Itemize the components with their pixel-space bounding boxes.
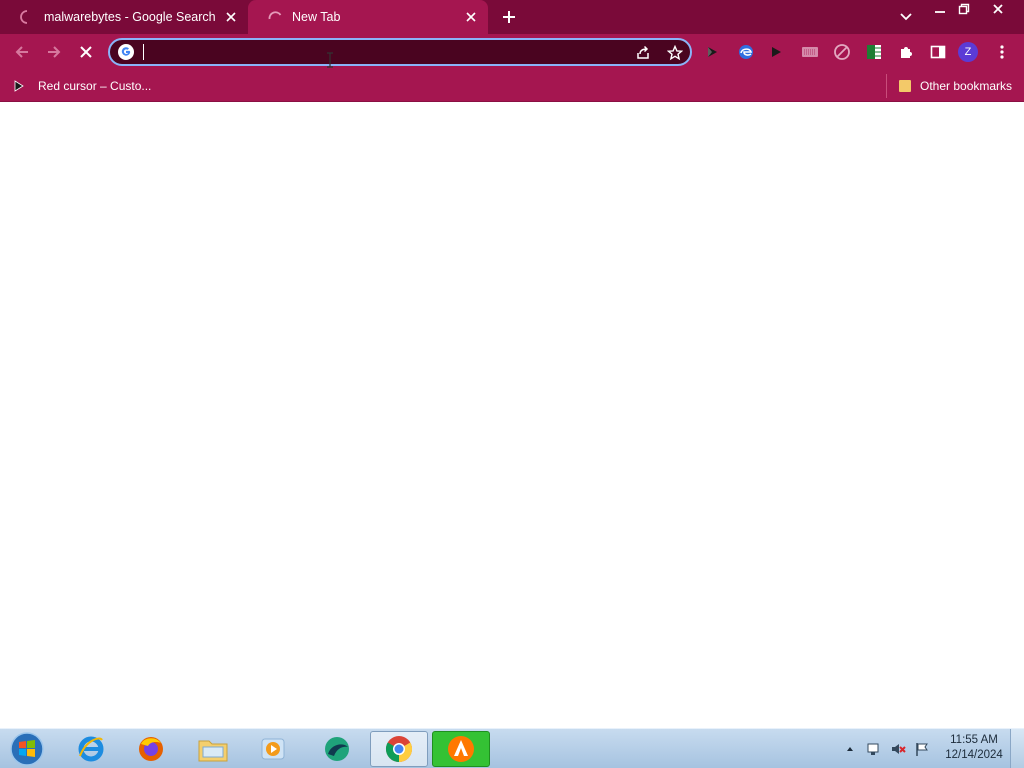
more-menu-icon[interactable] [992,42,1012,62]
new-tab-button[interactable] [496,5,522,29]
tab-strip: malwarebytes - Google Search New Tab [0,0,1024,34]
tab-title: New Tab [292,10,341,24]
address-input[interactable] [142,43,622,61]
loading-spinner-icon [20,10,28,24]
taskbar-media-player[interactable] [244,731,302,767]
share-icon[interactable] [634,44,652,62]
clock-time: 11:55 AM [950,734,998,746]
minimize-icon [935,11,945,13]
close-icon [993,4,1003,14]
plus-icon [503,11,515,23]
volume-muted-icon[interactable] [890,741,906,757]
sheets-extension-icon[interactable] [864,42,884,62]
arrow-left-icon [15,46,28,58]
taskbar-avast[interactable] [432,731,490,767]
internet-explorer-icon [78,736,104,762]
taskbar-file-explorer[interactable] [184,731,242,767]
close-icon [80,46,92,58]
start-button[interactable] [8,731,46,767]
bookmarks-bar: Red cursor – Custo... Other bookmarks [0,70,1024,102]
folder-icon [198,740,228,762]
side-panel-icon[interactable] [928,42,948,62]
tab-new-tab[interactable]: New Tab [248,0,488,34]
block-extension-icon[interactable] [832,42,852,62]
bookmark-label: Red cursor – Custo... [38,79,152,93]
network-tray-icon[interactable] [866,741,882,757]
forward-button[interactable] [42,40,66,64]
back-button[interactable] [10,40,34,64]
taskbar-internet-explorer[interactable] [62,731,120,767]
clock-date: 12/14/2024 [945,749,1003,761]
text-caret [143,44,144,60]
show-hidden-icons-arrow-icon[interactable] [842,741,858,757]
page-content [0,103,1024,728]
profile-avatar[interactable]: Z [958,42,978,62]
show-desktop-button[interactable] [1010,729,1024,768]
loading-spinner-icon [268,11,282,20]
puzzle-extensions-icon[interactable] [896,42,916,62]
maps-app-icon [325,737,349,761]
tab-search-button[interactable] [892,8,920,26]
arrow-right-icon [48,46,61,58]
restore-icon [958,3,970,15]
address-bar[interactable] [108,38,692,66]
google-icon [118,44,134,60]
cursor-extension-icon[interactable] [766,42,786,62]
profile-initial: Z [958,42,978,62]
taskbar-maps-app[interactable] [308,731,366,767]
restore-button[interactable] [950,0,978,18]
taskbar: 11:55 AM 12/14/2024 [0,728,1024,768]
taskbar-firefox[interactable] [122,731,180,767]
tab-malwarebytes-search[interactable]: malwarebytes - Google Search [0,0,248,34]
windows-logo-icon [10,732,44,766]
tab-title: malwarebytes - Google Search [44,10,216,24]
chevron-down-icon [900,13,912,21]
other-bookmarks-label: Other bookmarks [920,79,1013,93]
close-tab-icon[interactable] [464,10,478,24]
media-player-icon [261,738,285,760]
system-clock[interactable]: 11:55 AM 12/14/2024 [940,733,1008,763]
browser-toolbar: Z [0,34,1024,70]
bookmark-star-icon[interactable] [666,44,684,62]
bookmark-red-cursor[interactable]: Red cursor – Custo... [14,76,151,96]
play-extension-icon[interactable] [702,42,722,62]
firefox-icon [139,737,163,761]
keyboard-extension-icon[interactable] [800,42,820,62]
folder-icon [899,80,911,92]
avast-icon [448,736,474,762]
close-window-button[interactable] [984,0,1012,18]
stop-loading-button[interactable] [74,40,98,64]
edge-extension-icon[interactable] [736,42,756,62]
cursor-arrow-icon [14,80,24,92]
taskbar-chrome[interactable] [370,731,428,767]
chrome-icon [385,736,413,763]
close-tab-icon[interactable] [224,10,238,24]
bookmarks-divider [886,74,887,98]
other-bookmarks-folder[interactable]: Other bookmarks [898,76,1012,96]
text-cursor-icon [327,52,333,68]
action-center-flag-icon[interactable] [914,741,930,757]
